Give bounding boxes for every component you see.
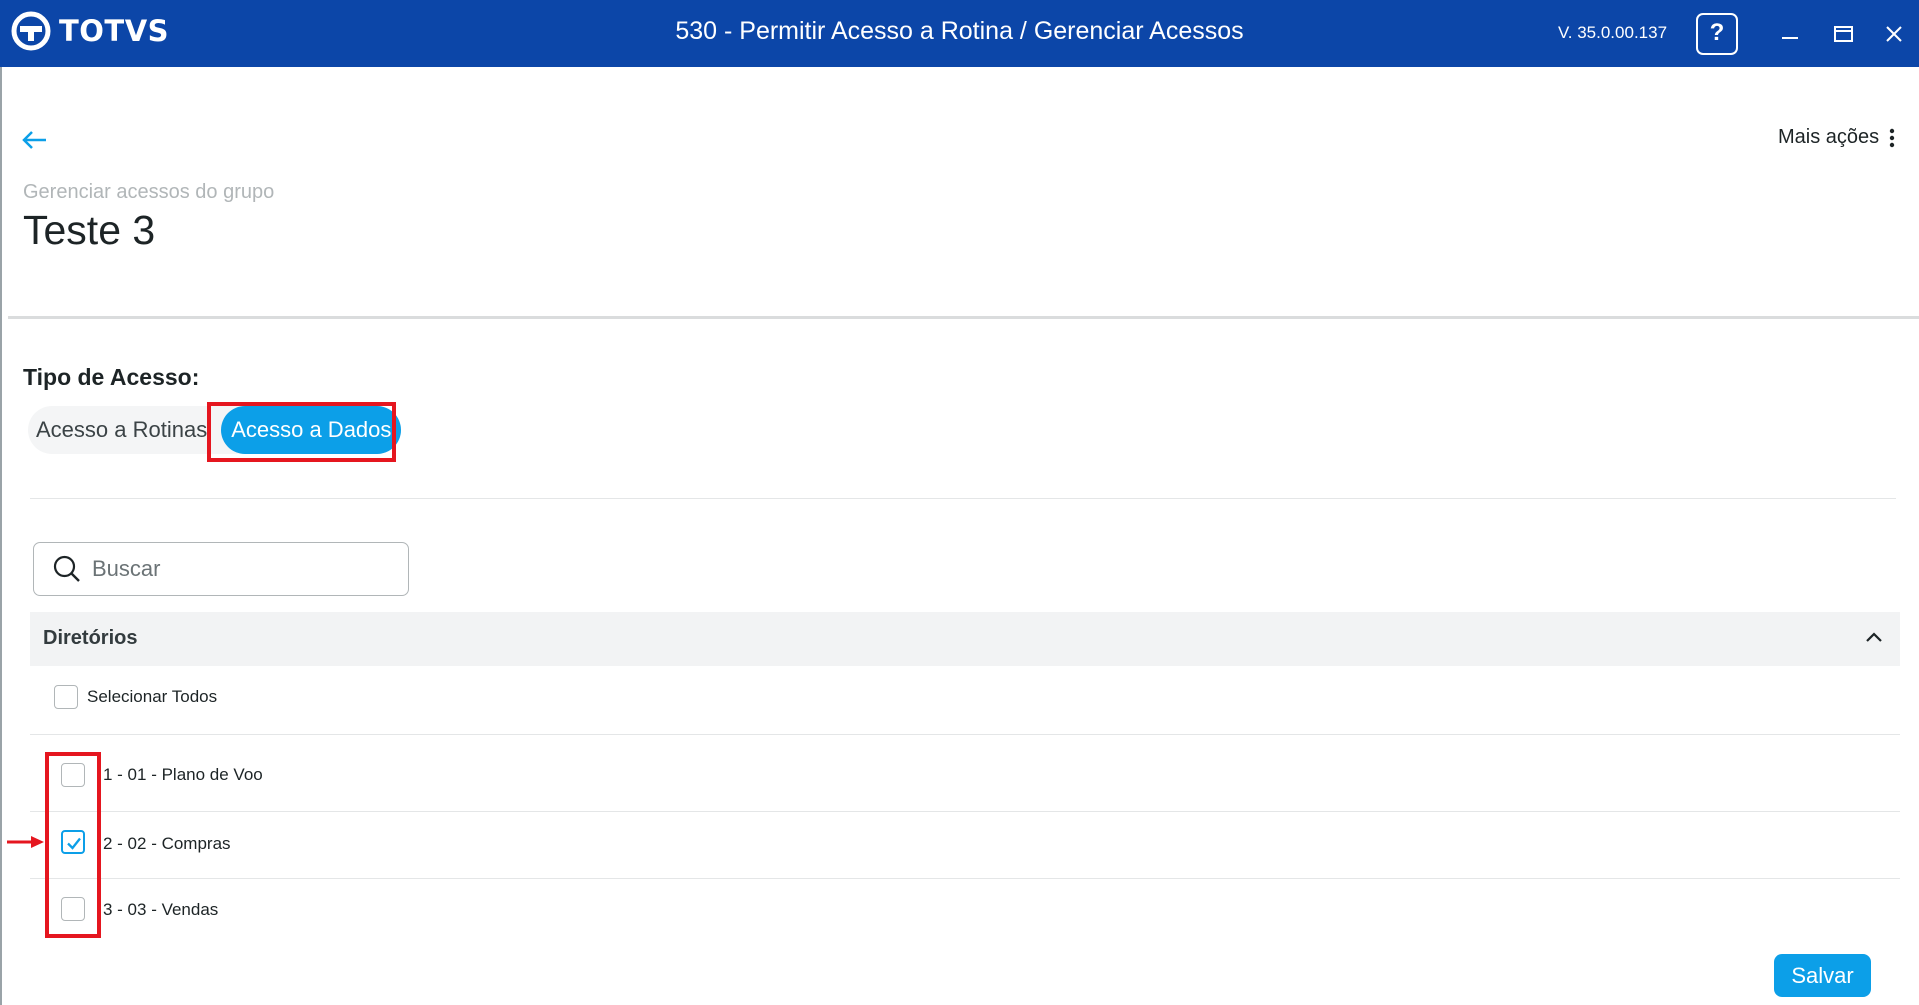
toggle-acesso-rotinas[interactable]: Acesso a Rotinas	[28, 406, 215, 454]
header-divider	[8, 316, 1919, 319]
search-box	[33, 542, 409, 596]
select-all-row: Selecionar Todos	[30, 666, 1900, 735]
list-item: 1 - 01 - Plano de Voo	[30, 735, 1900, 812]
totvs-logo: TOTVS	[11, 10, 169, 52]
search-input[interactable]	[92, 556, 392, 582]
more-actions-label: Mais ações	[1778, 126, 1880, 148]
item-label: 3 - 03 - Vendas	[103, 900, 219, 919]
select-all-checkbox[interactable]	[54, 685, 78, 709]
list-item: 3 - 03 - Vendas	[30, 879, 1900, 940]
brand-name: TOTVS	[59, 14, 170, 48]
help-button[interactable]: ?	[1696, 13, 1738, 55]
close-button[interactable]	[1878, 18, 1910, 50]
section-divider	[30, 498, 1896, 499]
save-button[interactable]: Salvar	[1774, 954, 1871, 997]
minimize-button[interactable]	[1774, 18, 1806, 50]
back-arrow-icon[interactable]	[21, 126, 49, 154]
directories-header[interactable]: Diretórios	[30, 612, 1900, 666]
close-icon	[1886, 26, 1902, 42]
list-item: 2 - 02 - Compras	[30, 812, 1900, 879]
chevron-up-icon[interactable]	[1862, 626, 1886, 650]
page-title: Teste 3	[23, 207, 156, 253]
page-subtitle: Gerenciar acessos do grupo	[23, 181, 275, 203]
item-label: 2 - 02 - Compras	[103, 834, 231, 853]
highlight-box-toggle	[207, 402, 396, 462]
directories-title: Diretórios	[43, 627, 138, 649]
more-actions-button[interactable]: Mais ações	[1778, 126, 1895, 149]
maximize-button[interactable]	[1827, 18, 1859, 50]
version-label: V. 35.0.00.137	[1558, 23, 1668, 42]
highlight-box-checkboxes	[45, 752, 101, 938]
access-type-label: Tipo de Acesso:	[23, 364, 200, 390]
minimize-icon	[1782, 37, 1798, 39]
select-all-label: Selecionar Todos	[87, 687, 218, 706]
kebab-menu-icon	[1889, 128, 1895, 147]
page-border	[0, 67, 2, 1005]
maximize-icon	[1834, 26, 1853, 42]
search-icon	[53, 555, 80, 582]
red-arrow-icon	[7, 836, 44, 848]
totvs-logo-icon	[11, 11, 51, 51]
item-label: 1 - 01 - Plano de Voo	[103, 765, 263, 784]
title-bar: TOTVS 530 - Permitir Acesso a Rotina / G…	[0, 0, 1919, 67]
